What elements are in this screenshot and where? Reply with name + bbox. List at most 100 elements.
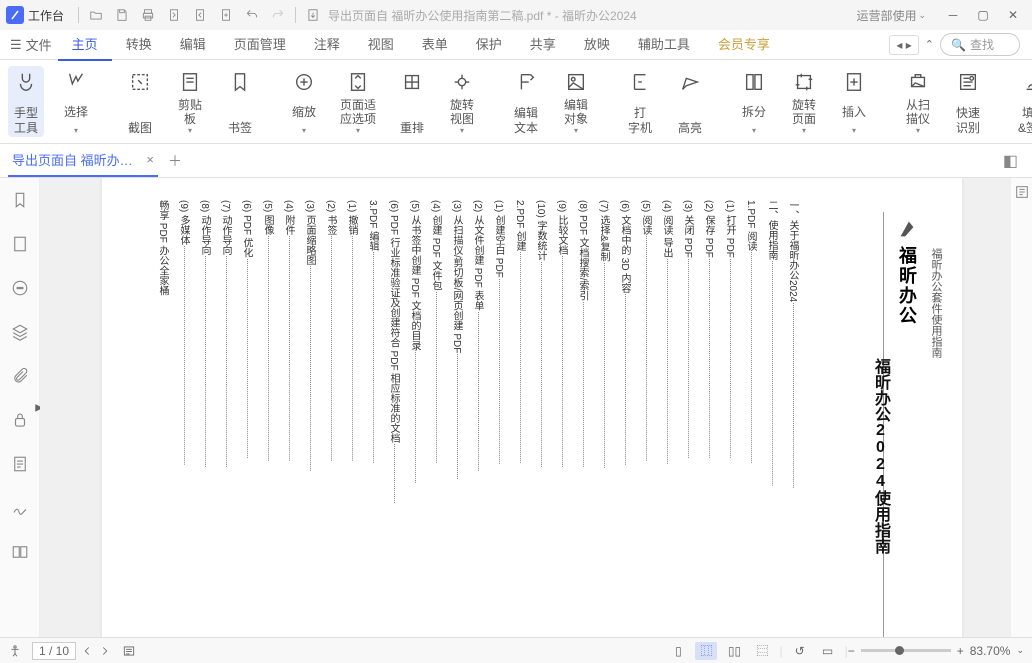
- ribbon-item[interactable]: 缩放▾: [286, 66, 322, 137]
- menu-tab[interactable]: 注释: [300, 28, 354, 61]
- tool-icon: [740, 68, 768, 96]
- accessibility-icon[interactable]: [8, 644, 22, 658]
- menu-tab[interactable]: 视图: [354, 28, 408, 61]
- print-icon[interactable]: [137, 4, 159, 26]
- app-logo-icon: [6, 6, 24, 24]
- ribbon-item[interactable]: 剪贴 板▾: [172, 66, 208, 137]
- ribbon-item[interactable]: 选择▾: [58, 66, 94, 137]
- menu-tab[interactable]: 保护: [462, 28, 516, 61]
- page-viewport[interactable]: 福昕办公 福昕办公套件使用指南 福昕办公2024使用指南 一、关于福昕办公202…: [40, 178, 1010, 637]
- ribbon-item[interactable]: 拆分▾: [736, 66, 772, 137]
- menu-tab[interactable]: 会员专享: [704, 28, 784, 61]
- export-icon[interactable]: [302, 4, 324, 26]
- panel-toggle-icon[interactable]: ◧: [1003, 151, 1024, 171]
- presentation-icon[interactable]: ▭: [817, 642, 839, 660]
- form-icon[interactable]: [10, 454, 30, 474]
- menu-tab[interactable]: 编辑: [166, 28, 220, 61]
- security-icon[interactable]: [10, 410, 30, 430]
- zoom-value[interactable]: 83.70%: [970, 644, 1011, 658]
- menu-tab[interactable]: 表单: [408, 28, 462, 61]
- save-icon[interactable]: [111, 4, 133, 26]
- tab-close-icon[interactable]: ×: [146, 152, 154, 167]
- reflow-icon[interactable]: ↺: [789, 642, 811, 660]
- view-facing-icon[interactable]: ▯▯: [723, 642, 745, 660]
- thumbnails-icon[interactable]: [10, 234, 30, 254]
- ribbon-item[interactable]: 编辑 文本: [508, 66, 544, 137]
- tool-icon: [448, 68, 476, 96]
- bookmark-icon[interactable]: [10, 190, 30, 210]
- ribbon-item[interactable]: 填写 &签名: [1014, 66, 1032, 137]
- prev-doc-icon[interactable]: [163, 4, 185, 26]
- ribbon-item[interactable]: 快速 识别: [950, 66, 986, 137]
- ribbon-item[interactable]: 截图: [122, 66, 158, 137]
- toc-entry: (9) 多媒体·································…: [177, 200, 190, 503]
- zoom-out-button[interactable]: −: [848, 644, 855, 658]
- tool-label: 快速 识别: [956, 106, 980, 135]
- menu-tab[interactable]: 转换: [112, 28, 166, 61]
- tool-icon: [904, 68, 932, 96]
- open-icon[interactable]: [85, 4, 107, 26]
- ribbon-item[interactable]: 高亮: [672, 66, 708, 137]
- tool-label: 剪贴 板: [178, 98, 202, 127]
- menu-tab[interactable]: 页面管理: [220, 28, 300, 61]
- zoom-in-button[interactable]: +: [957, 644, 964, 658]
- next-doc-icon[interactable]: [189, 4, 211, 26]
- view-single-icon[interactable]: ▯: [667, 642, 689, 660]
- prev-page-icon: [80, 644, 94, 658]
- view-continuous-icon[interactable]: ⿲: [695, 642, 717, 660]
- toc-entry: (1) 打开 PDF······························…: [723, 200, 736, 503]
- ribbon-toolbar: 手型 工具选择▾截图剪贴 板▾书签缩放▾页面适 应选项▾重排旋转 视图▾编辑 文…: [0, 60, 1032, 144]
- ribbon-item[interactable]: 手型 工具: [8, 66, 44, 137]
- menu-tabs: 主页转换编辑页面管理注释视图表单保护共享放映辅助工具会员专享: [58, 28, 784, 61]
- new-tab-button[interactable]: ＋: [168, 151, 182, 171]
- ribbon-item[interactable]: 编辑 对象▾: [558, 66, 594, 137]
- ribbon-item[interactable]: 从扫 描仪▾: [900, 66, 936, 137]
- workspace-label[interactable]: 工作台: [28, 7, 64, 24]
- tool-icon: [626, 68, 654, 96]
- hamburger-menu[interactable]: ☰ 文件: [4, 35, 58, 54]
- toc-entry: (2) 书签··································…: [324, 200, 337, 503]
- tool-label: 截图: [128, 121, 152, 135]
- menu-tab[interactable]: 主页: [58, 28, 112, 61]
- menu-tab[interactable]: 辅助工具: [624, 28, 704, 61]
- menu-tab[interactable]: 共享: [516, 28, 570, 61]
- redo-icon[interactable]: [267, 4, 289, 26]
- ribbon-item[interactable]: 书签: [222, 66, 258, 137]
- menu-tab[interactable]: 放映: [570, 28, 624, 61]
- comments-icon[interactable]: [10, 278, 30, 298]
- doc-add-icon[interactable]: [215, 4, 237, 26]
- document-tab[interactable]: 导出页面自 福昕办公... ×: [8, 144, 158, 177]
- zoom-slider[interactable]: [861, 649, 951, 652]
- ribbon-item[interactable]: 旋转 视图▾: [444, 66, 480, 137]
- ribbon-prev-icon[interactable]: ◂ ▸: [889, 35, 918, 55]
- separator: [78, 7, 79, 23]
- tool-icon: [954, 68, 982, 96]
- ribbon-item[interactable]: 重排: [394, 66, 430, 137]
- ribbon-item[interactable]: 插入▾: [836, 66, 872, 137]
- next-page-icon: [98, 644, 112, 658]
- layers-icon[interactable]: [10, 322, 30, 342]
- minimize-button[interactable]: ─: [940, 4, 966, 26]
- close-button[interactable]: ✕: [1000, 4, 1026, 26]
- ribbon-item[interactable]: 页面适 应选项▾: [336, 66, 380, 137]
- department-dropdown[interactable]: 运营部使用⌄: [856, 7, 926, 24]
- ribbon-item[interactable]: 旋转 页面▾: [786, 66, 822, 137]
- page-indicator[interactable]: 1 / 10: [32, 642, 112, 660]
- document-tabs: 导出页面自 福昕办公... × ＋ ◧: [0, 144, 1032, 178]
- signature-icon[interactable]: [10, 498, 30, 518]
- zoom-dropdown-icon[interactable]: ⌄: [1016, 645, 1024, 656]
- chevron-down-icon: ▾: [74, 126, 78, 135]
- tool-icon: [840, 68, 868, 96]
- word-count-icon[interactable]: [122, 644, 136, 658]
- ribbon-collapse-icon[interactable]: ⌃: [925, 38, 934, 51]
- compare-icon[interactable]: [10, 542, 30, 562]
- attachments-icon[interactable]: [10, 366, 30, 386]
- separator: [295, 7, 296, 23]
- ribbon-item[interactable]: 打 字机: [622, 66, 658, 137]
- undo-icon[interactable]: [241, 4, 263, 26]
- maximize-button[interactable]: ▢: [970, 4, 996, 26]
- search-input[interactable]: 🔍 查找: [940, 33, 1020, 56]
- view-continuous-facing-icon[interactable]: ⿳: [751, 642, 773, 660]
- properties-icon[interactable]: [1014, 184, 1030, 200]
- view-modes: ▯ ⿲ ▯▯ ⿳ | ↺ ▭ |: [667, 642, 847, 660]
